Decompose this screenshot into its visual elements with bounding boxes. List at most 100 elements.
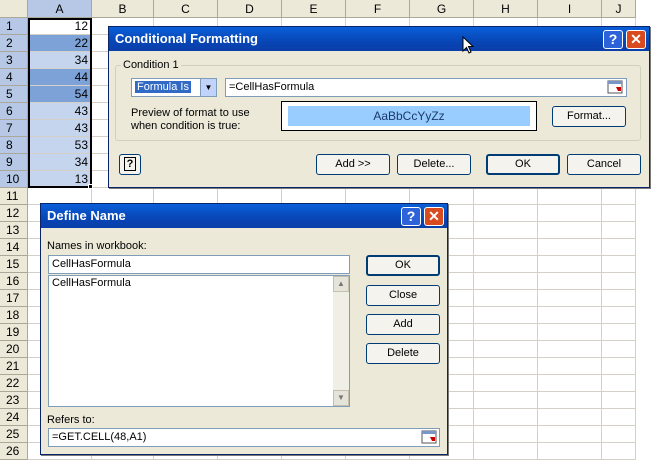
cell-a1[interactable]: 12 <box>28 18 92 35</box>
cell-h11[interactable] <box>474 188 538 205</box>
cell-a3[interactable]: 34 <box>28 52 92 69</box>
row-header-22[interactable]: 22 <box>0 375 28 392</box>
cell-j14[interactable] <box>602 239 636 256</box>
cell-j11[interactable] <box>602 188 636 205</box>
refers-to-input[interactable]: =GET.CELL(48,A1) <box>48 428 440 447</box>
cell-j17[interactable] <box>602 290 636 307</box>
collapse-dialog-icon[interactable] <box>421 430 437 444</box>
cell-i24[interactable] <box>538 409 602 426</box>
cell-i13[interactable] <box>538 222 602 239</box>
help-icon[interactable]: ? <box>603 30 623 49</box>
row-header-17[interactable]: 17 <box>0 290 28 307</box>
scroll-up-icon[interactable]: ▲ <box>333 276 349 292</box>
cell-i18[interactable] <box>538 307 602 324</box>
column-header-e[interactable]: E <box>282 0 346 18</box>
cell-a10[interactable]: 13 <box>28 171 92 188</box>
cell-h17[interactable] <box>474 290 538 307</box>
names-list[interactable]: CellHasFormula ▲ ▼ <box>48 275 350 407</box>
cell-h25[interactable] <box>474 426 538 443</box>
cf-titlebar[interactable]: Conditional Formatting ? ✕ <box>109 27 649 51</box>
row-header-4[interactable]: 4 <box>0 69 28 86</box>
cell-j22[interactable] <box>602 375 636 392</box>
cell-a5[interactable]: 54 <box>28 86 92 103</box>
column-header-d[interactable]: D <box>218 0 282 18</box>
row-header-13[interactable]: 13 <box>0 222 28 239</box>
cell-h12[interactable] <box>474 205 538 222</box>
cell-j15[interactable] <box>602 256 636 273</box>
help-icon[interactable]: ? <box>401 207 421 226</box>
row-header-16[interactable]: 16 <box>0 273 28 290</box>
cell-j26[interactable] <box>602 443 636 460</box>
cell-i25[interactable] <box>538 426 602 443</box>
close-icon[interactable]: ✕ <box>424 207 444 226</box>
row-header-9[interactable]: 9 <box>0 154 28 171</box>
cell-i11[interactable] <box>538 188 602 205</box>
cell-h19[interactable] <box>474 324 538 341</box>
fill-handle[interactable] <box>88 184 93 189</box>
delete-condition-button[interactable]: Delete... <box>397 154 471 175</box>
cell-j16[interactable] <box>602 273 636 290</box>
row-header-20[interactable]: 20 <box>0 341 28 358</box>
row-header-26[interactable]: 26 <box>0 443 28 460</box>
cell-a6[interactable]: 43 <box>28 103 92 120</box>
cell-j18[interactable] <box>602 307 636 324</box>
list-item[interactable]: CellHasFormula <box>49 276 349 290</box>
cell-i17[interactable] <box>538 290 602 307</box>
cell-a7[interactable]: 43 <box>28 120 92 137</box>
cell-j23[interactable] <box>602 392 636 409</box>
cell-i26[interactable] <box>538 443 602 460</box>
row-header-19[interactable]: 19 <box>0 324 28 341</box>
column-header-i[interactable]: I <box>538 0 602 18</box>
cell-i14[interactable] <box>538 239 602 256</box>
cell-i12[interactable] <box>538 205 602 222</box>
column-header-h[interactable]: H <box>474 0 538 18</box>
cell-h16[interactable] <box>474 273 538 290</box>
cell-h24[interactable] <box>474 409 538 426</box>
dn-add-button[interactable]: Add <box>366 314 440 335</box>
chevron-down-icon[interactable]: ▼ <box>200 79 216 96</box>
row-header-7[interactable]: 7 <box>0 120 28 137</box>
row-header-25[interactable]: 25 <box>0 426 28 443</box>
cf-cancel-button[interactable]: Cancel <box>567 154 641 175</box>
cell-j21[interactable] <box>602 358 636 375</box>
row-header-18[interactable]: 18 <box>0 307 28 324</box>
add-condition-button[interactable]: Add >> <box>316 154 390 175</box>
formula-input[interactable]: =CellHasFormula <box>225 78 627 97</box>
dn-close-button[interactable]: Close <box>366 285 440 306</box>
scroll-down-icon[interactable]: ▼ <box>333 390 349 406</box>
cell-h22[interactable] <box>474 375 538 392</box>
row-header-6[interactable]: 6 <box>0 103 28 120</box>
row-header-8[interactable]: 8 <box>0 137 28 154</box>
row-header-11[interactable]: 11 <box>0 188 28 205</box>
cell-h21[interactable] <box>474 358 538 375</box>
cell-i23[interactable] <box>538 392 602 409</box>
row-header-23[interactable]: 23 <box>0 392 28 409</box>
row-header-2[interactable]: 2 <box>0 35 28 52</box>
row-header-10[interactable]: 10 <box>0 171 28 188</box>
cell-j19[interactable] <box>602 324 636 341</box>
column-header-b[interactable]: B <box>92 0 154 18</box>
cell-a8[interactable]: 53 <box>28 137 92 154</box>
row-header-12[interactable]: 12 <box>0 205 28 222</box>
row-header-24[interactable]: 24 <box>0 409 28 426</box>
condition-type-select[interactable]: Formula Is ▼ <box>131 78 217 97</box>
cell-j13[interactable] <box>602 222 636 239</box>
cell-h26[interactable] <box>474 443 538 460</box>
cell-a9[interactable]: 34 <box>28 154 92 171</box>
column-header-f[interactable]: F <box>346 0 410 18</box>
cell-h20[interactable] <box>474 341 538 358</box>
name-input[interactable]: CellHasFormula <box>48 255 350 274</box>
row-header-14[interactable]: 14 <box>0 239 28 256</box>
cell-i16[interactable] <box>538 273 602 290</box>
column-header-j[interactable]: J <box>602 0 636 18</box>
row-header-5[interactable]: 5 <box>0 86 28 103</box>
cell-i20[interactable] <box>538 341 602 358</box>
column-header-c[interactable]: C <box>154 0 218 18</box>
cell-j25[interactable] <box>602 426 636 443</box>
close-icon[interactable]: ✕ <box>626 30 646 49</box>
cell-j12[interactable] <box>602 205 636 222</box>
collapse-dialog-icon[interactable] <box>607 80 623 94</box>
cell-h15[interactable] <box>474 256 538 273</box>
cell-h18[interactable] <box>474 307 538 324</box>
dn-delete-button[interactable]: Delete <box>366 343 440 364</box>
